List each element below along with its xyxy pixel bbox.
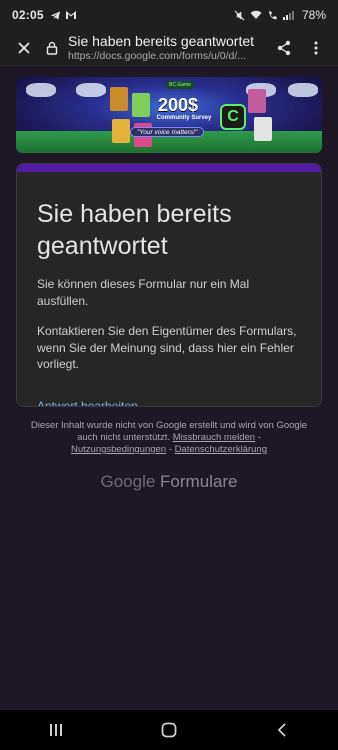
recent-apps-icon [50, 724, 63, 736]
status-bar: 02:05 78% [0, 0, 338, 30]
disclaimer-text: Dieser Inhalt wurde nicht von Google ers… [30, 420, 308, 443]
banner-subtitle: Community Survey [156, 115, 212, 121]
banner-brand-tag: BC.Game [166, 81, 194, 89]
home-button[interactable] [139, 710, 199, 750]
tab-title: Sie haben bereits geantwortet [68, 33, 255, 49]
back-button[interactable] [252, 710, 312, 750]
contact-owner-message: Kontaktieren Sie den Eigentümer des Form… [37, 324, 297, 371]
system-nav-bar [0, 710, 338, 750]
already-responded-message: Sie können dieses Formular nur ein Mal a… [37, 277, 250, 308]
telegram-icon [50, 10, 60, 20]
terms-link[interactable]: Nutzungsbedingungen [71, 444, 166, 455]
report-abuse-link[interactable]: Missbrauch melden [173, 432, 255, 443]
signal-icon [282, 11, 294, 20]
banner-amount: 200$ [158, 95, 199, 115]
privacy-link[interactable]: Datenschutzerklärung [175, 444, 267, 455]
more-vert-icon [314, 41, 318, 54]
bcgame-logo-icon: C [220, 104, 246, 130]
wifi-icon [250, 10, 262, 19]
site-info-button[interactable] [40, 32, 64, 64]
share-icon [277, 40, 291, 55]
page-title: Sie haben bereits geantwortet [37, 200, 232, 260]
url-text: https://docs.google.com/forms/u/0/d/... [68, 50, 247, 62]
address-bar[interactable]: Sie haben bereits geantwortet https://do… [64, 33, 268, 62]
battery-level: 78% [301, 8, 326, 22]
edit-response-link[interactable]: Antwort bearbeiten [37, 399, 138, 407]
share-button[interactable] [268, 32, 300, 64]
status-time: 02:05 [12, 8, 44, 22]
google-forms-logo: Google Formulare [0, 472, 338, 492]
banner-tagline: "Your voice matters!" [130, 127, 205, 137]
menu-button[interactable] [300, 32, 332, 64]
browser-toolbar: Sie haben bereits geantwortet https://do… [0, 30, 338, 66]
home-icon [161, 722, 177, 738]
back-icon [277, 723, 286, 737]
lock-icon [46, 41, 58, 55]
mute-icon [234, 10, 245, 20]
close-tab-button[interactable] [8, 32, 40, 64]
recent-apps-button[interactable] [26, 710, 86, 750]
form-header-image: BC.Game 200$ Community Survey "Your voic… [16, 77, 322, 153]
forms-wordmark: Formulare [160, 472, 238, 491]
response-card: Sie haben bereits geantwortet Sie können… [16, 163, 322, 407]
close-icon [18, 41, 30, 54]
google-wordmark: Google [100, 472, 156, 491]
card-accent-bar [17, 164, 321, 172]
disclaimer: Dieser Inhalt wurde nicht von Google ers… [30, 420, 308, 455]
gmail-icon [65, 11, 76, 19]
call-icon [268, 10, 277, 19]
